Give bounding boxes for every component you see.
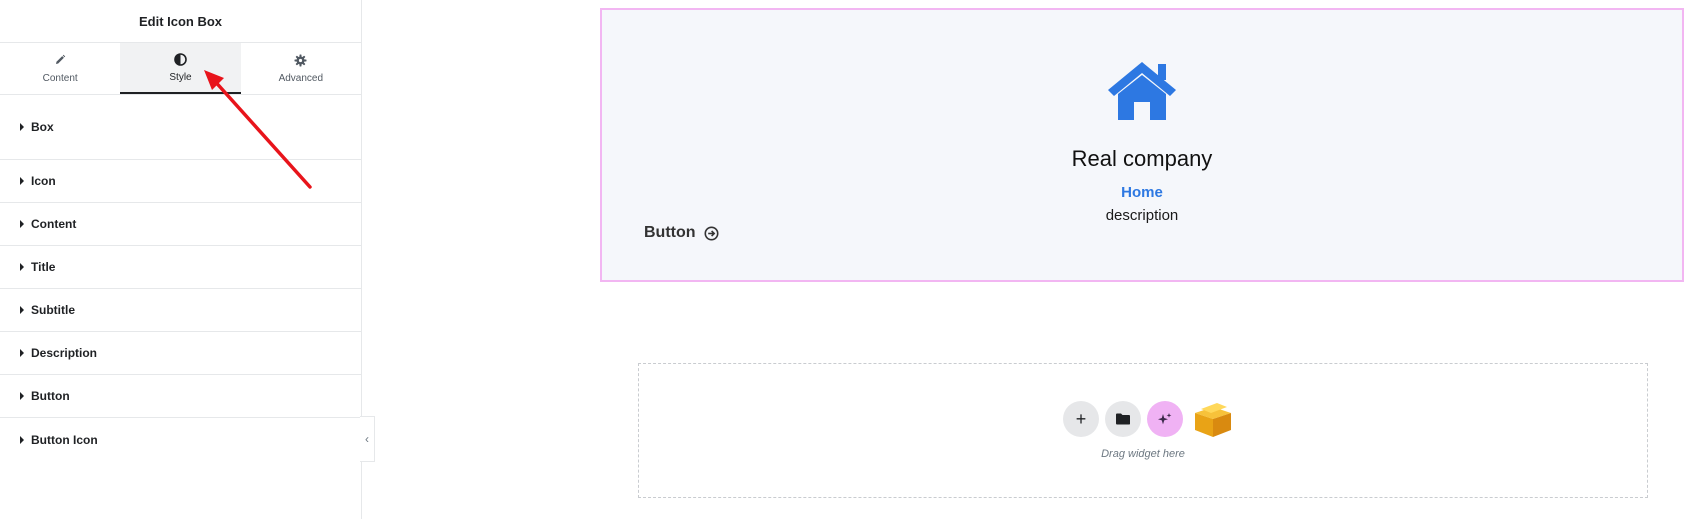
cube-widget-icon[interactable] [1191, 399, 1235, 439]
panel-header: Edit Icon Box [0, 0, 361, 43]
section-button[interactable]: Button [0, 375, 361, 418]
ai-assistant-button[interactable] [1147, 401, 1183, 437]
caret-right-icon [20, 220, 24, 228]
section-label: Button [31, 389, 70, 403]
add-section-button[interactable]: + [1063, 401, 1099, 437]
icon-box-title: Real company [1071, 146, 1213, 171]
folder-icon [1116, 413, 1130, 425]
section-title[interactable]: Title [0, 246, 361, 289]
half-circle-icon [173, 52, 187, 66]
collapse-panel-button[interactable]: ‹ [360, 416, 375, 462]
tab-advanced-label: Advanced [278, 73, 324, 84]
tab-content[interactable]: Content [0, 43, 120, 94]
gear-icon [294, 53, 308, 67]
icon-box-widget[interactable]: Real company Home description Button [600, 8, 1684, 282]
panel-tabs: Content Style Advanced [0, 43, 361, 95]
section-subtitle[interactable]: Subtitle [0, 289, 361, 332]
section-button-icon[interactable]: Button Icon [0, 418, 361, 461]
section-label: Description [31, 346, 98, 360]
drop-zone-label: Drag widget here [1101, 448, 1185, 460]
caret-right-icon [20, 349, 24, 357]
icon-box-button-label: Button [644, 224, 696, 241]
caret-right-icon [20, 263, 24, 271]
pencil-icon [53, 53, 67, 67]
sparkle-icon [1158, 413, 1172, 425]
icon-box-description: description [1105, 207, 1179, 224]
section-label: Box [31, 120, 54, 134]
tab-style-label: Style [169, 72, 192, 83]
tab-style[interactable]: Style [120, 43, 241, 94]
section-label: Button Icon [31, 432, 98, 447]
tab-advanced[interactable]: Advanced [241, 43, 361, 94]
section-box[interactable]: Box [0, 95, 361, 160]
section-content[interactable]: Content [0, 203, 361, 246]
section-label: Title [31, 260, 56, 274]
drop-zone[interactable]: + Drag widget here [638, 363, 1648, 498]
caret-right-icon [20, 306, 24, 314]
caret-right-icon [20, 435, 24, 444]
section-icon[interactable]: Icon [0, 160, 361, 203]
plus-icon: + [1075, 408, 1087, 429]
caret-right-icon [20, 123, 24, 131]
arrow-circle-right-icon [704, 226, 719, 240]
panel-title: Edit Icon Box [138, 13, 223, 29]
caret-right-icon [20, 392, 24, 400]
chevron-left-icon: ‹ [365, 432, 369, 446]
section-description[interactable]: Description [0, 332, 361, 375]
drop-zone-actions: + [1063, 399, 1235, 439]
section-label: Content [31, 217, 77, 231]
house-icon [1108, 62, 1176, 120]
template-library-button[interactable] [1105, 401, 1141, 437]
style-sections: Box Icon Content Title Subtitle Descript… [0, 95, 361, 461]
tab-content-label: Content [42, 73, 78, 84]
section-label: Icon [31, 174, 56, 188]
section-label: Subtitle [31, 303, 75, 317]
icon-box-button[interactable]: Button [644, 224, 719, 242]
icon-box-subtitle-link[interactable]: Home [602, 184, 1682, 201]
caret-right-icon [20, 177, 24, 185]
editor-panel: Edit Icon Box Content Style Advanced Box… [0, 0, 362, 519]
